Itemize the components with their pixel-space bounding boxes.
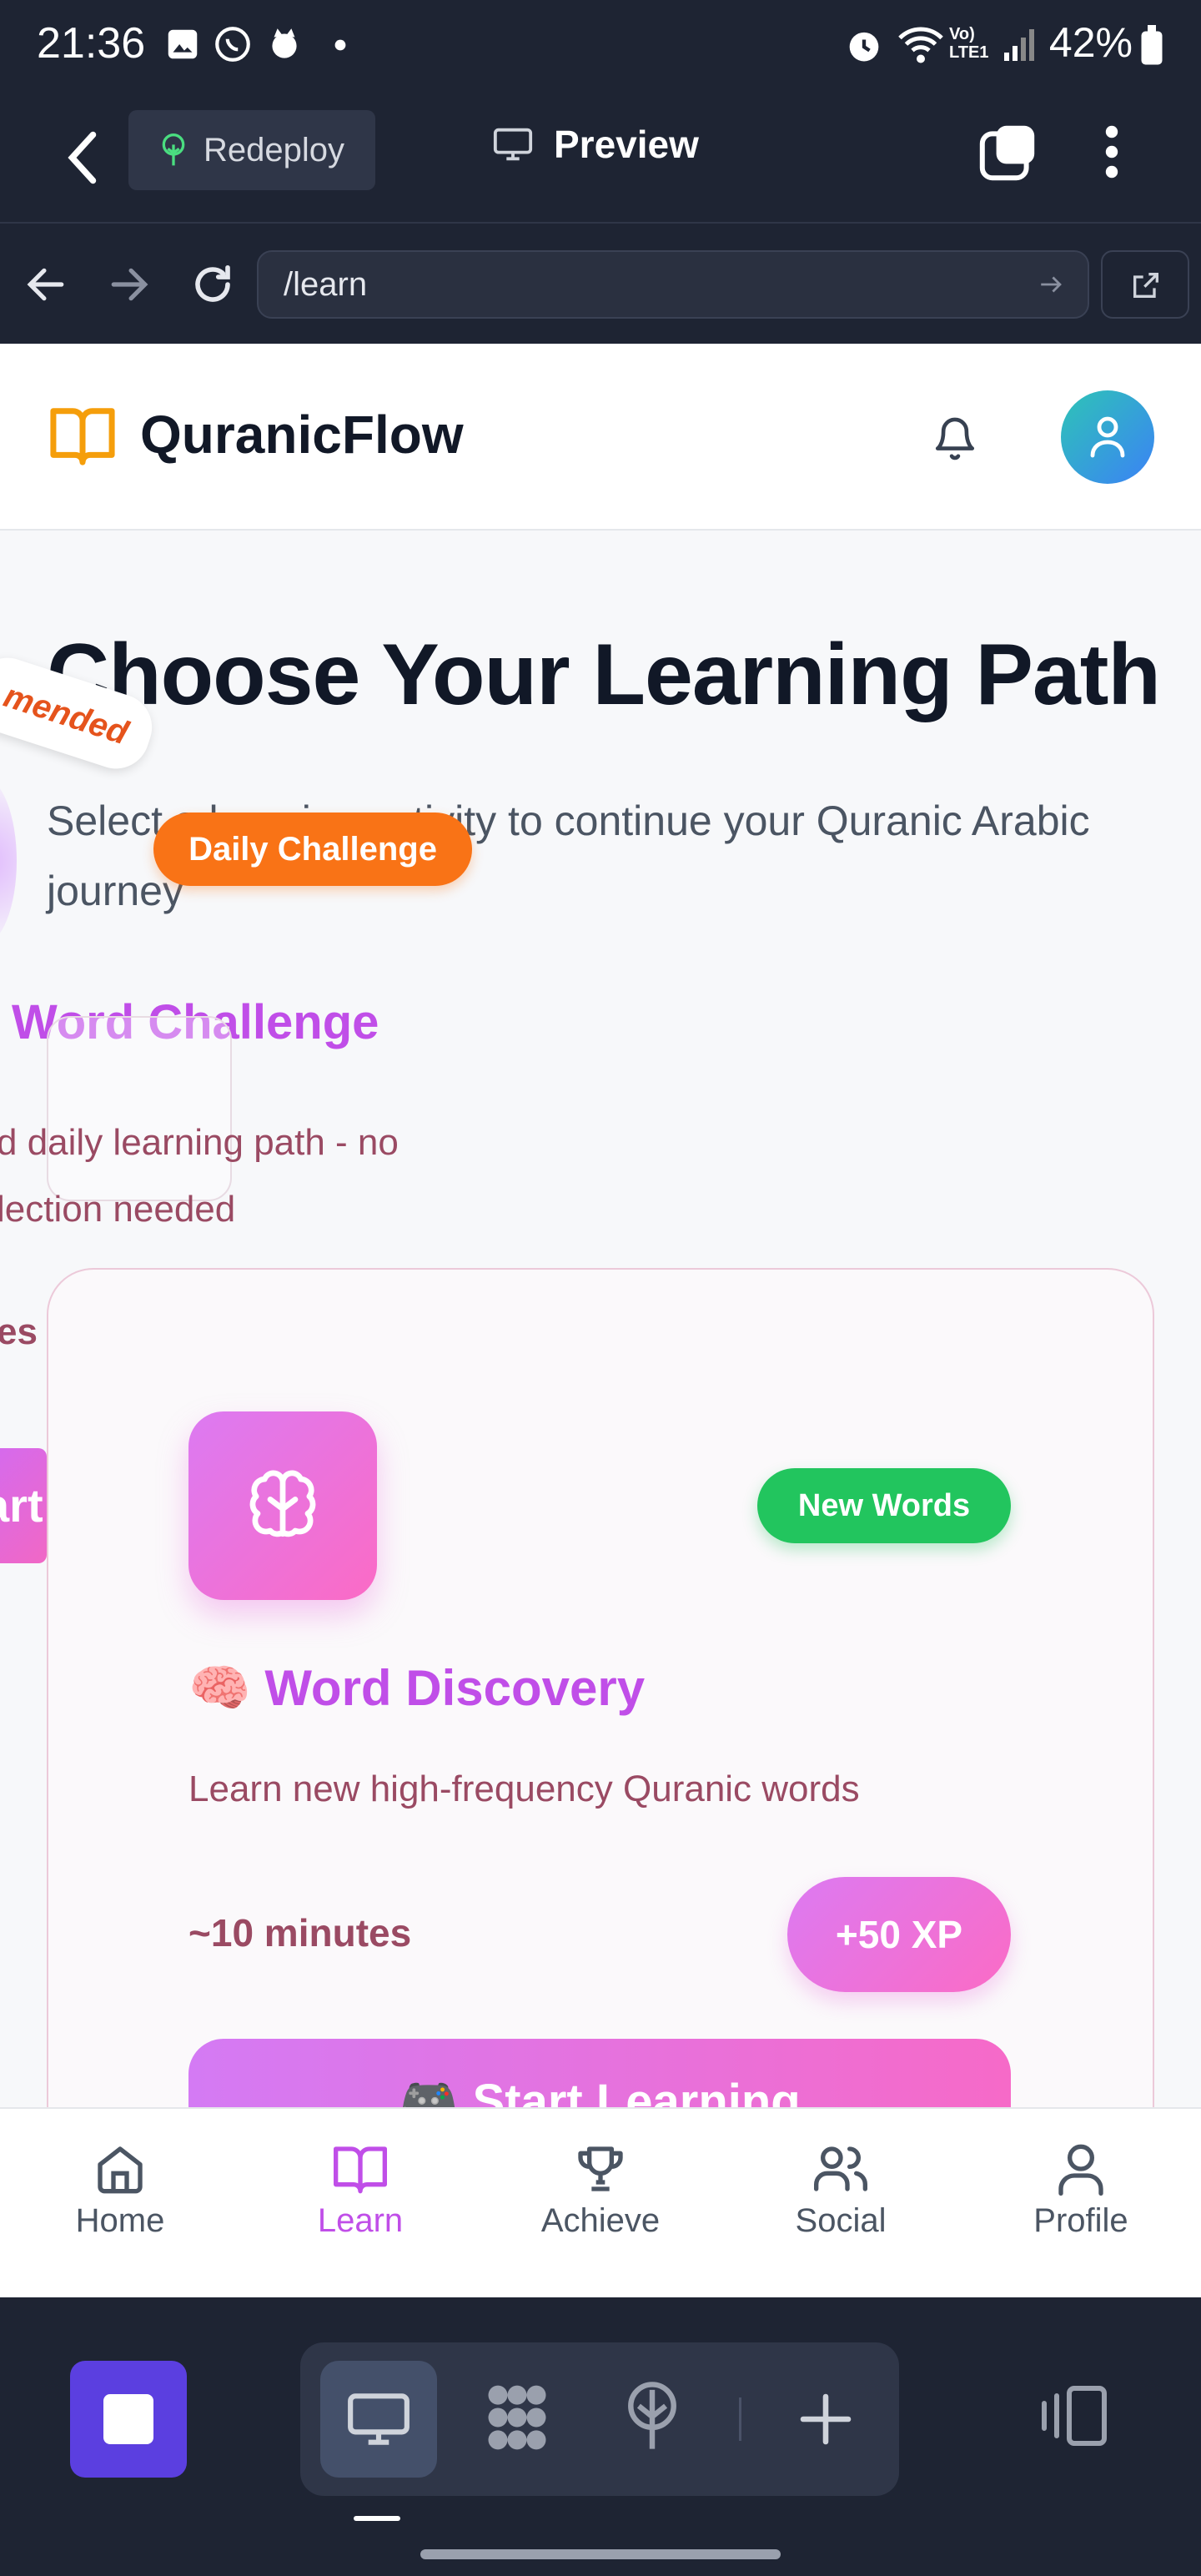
book-logo-icon[interactable] (48, 404, 117, 467)
nav-profile[interactable]: Profile (997, 2142, 1164, 2240)
nav-social-label: Social (795, 2202, 887, 2239)
site-header: QuranicFlow (0, 344, 1201, 531)
grid-dots-icon[interactable] (479, 2379, 555, 2456)
battery-icon (1141, 25, 1163, 65)
more-vertical-icon[interactable] (1099, 122, 1124, 182)
brand-name[interactable]: QuranicFlow (140, 404, 464, 465)
cat-icon (272, 28, 297, 58)
card-glow (0, 777, 17, 944)
card-title: 🧠 Word Discovery (188, 1660, 646, 1716)
url-input[interactable]: /learn (257, 250, 1089, 319)
nav-social[interactable]: Social (757, 2142, 924, 2240)
wifi-icon (898, 27, 943, 63)
trophy-icon (578, 2146, 623, 2191)
tabs-icon[interactable] (977, 122, 1039, 182)
nav-home[interactable]: Home (37, 2142, 204, 2240)
whatsapp-icon (215, 27, 250, 62)
card-duration: ~10 minutes (188, 1911, 412, 1955)
alarm-icon (849, 32, 879, 62)
preview-toolbar: Redeploy Preview (0, 92, 1201, 224)
monitor-icon (493, 128, 533, 161)
prev-card-desc-line2: lection needed (0, 1189, 236, 1230)
prev-card-desc-line1: d daily learning path - no (0, 1122, 399, 1163)
bell-icon[interactable] (931, 414, 979, 464)
xp-badge: +50 XP (787, 1877, 1011, 1992)
back-chevron-icon[interactable] (62, 128, 103, 187)
nav-learn-label: Learn (317, 2202, 404, 2239)
nav-achieve[interactable]: Achieve (517, 2142, 684, 2240)
stop-button[interactable] (70, 2361, 187, 2478)
plus-icon[interactable] (796, 2389, 856, 2449)
prev-card-start-button[interactable]: art (0, 1448, 47, 1563)
brain-icon (249, 1470, 316, 1537)
divider (739, 2397, 741, 2441)
reload-icon[interactable] (190, 262, 235, 307)
desktop-view-button[interactable] (320, 2361, 437, 2478)
daily-challenge-badge: Daily Challenge (153, 813, 472, 886)
device-toolbar (0, 2297, 1201, 2576)
redeploy-button[interactable]: Redeploy (128, 110, 375, 190)
nav-home-label: Home (75, 2202, 165, 2239)
go-arrow-icon[interactable] (1038, 272, 1066, 297)
nav-forward-icon[interactable] (108, 265, 150, 304)
external-link-icon (1133, 273, 1158, 298)
open-external-button[interactable] (1101, 250, 1189, 319)
card-description: Learn new high-frequency Quranic words (188, 1768, 860, 1809)
book-icon (333, 2146, 387, 2194)
deploy-tree-icon[interactable] (622, 2379, 682, 2454)
url-text: /learn (284, 265, 368, 303)
nav-back-icon[interactable] (25, 265, 67, 304)
status-bar: 21:36 Vo) LTE1 42% (0, 0, 1201, 92)
prev-card-duration: es (0, 1311, 38, 1352)
nav-learn[interactable]: Learn (277, 2142, 444, 2240)
preview-tab[interactable]: Preview (492, 122, 699, 167)
volte-icon: Vo) LTE1 (949, 25, 989, 62)
battery-percent: 42% (1048, 19, 1133, 66)
tree-icon (162, 133, 185, 166)
gallery-icon (168, 29, 198, 59)
bottom-nav: Home Learn Achieve Social Profile (0, 2107, 1201, 2297)
redeploy-label: Redeploy (204, 131, 345, 169)
user-avatar-icon (1090, 416, 1125, 458)
new-words-badge: New Words (757, 1468, 1011, 1543)
dot-icon (334, 39, 346, 51)
address-bar: /learn (0, 225, 1201, 344)
device-frame-icon[interactable] (1034, 2382, 1109, 2449)
nav-achieve-label: Achieve (540, 2202, 661, 2239)
signal-icon (1004, 29, 1034, 61)
prev-card-description: d daily learning path - no lection neede… (0, 1109, 399, 1243)
home-icon (98, 2146, 143, 2194)
monitor-icon (348, 2393, 410, 2445)
status-time: 21:36 (37, 19, 146, 68)
nav-profile-label: Profile (1033, 2202, 1128, 2239)
stop-icon (103, 2394, 153, 2444)
preview-label: Preview (554, 123, 699, 166)
users-icon (814, 2146, 868, 2191)
gesture-home-bar[interactable] (420, 2549, 781, 2559)
active-indicator (354, 2516, 400, 2521)
page-title: Choose Your Learning Path (47, 626, 1161, 723)
webpage: QuranicFlow Choose Your Learning Path Se… (0, 344, 1201, 2297)
view-switcher (300, 2342, 899, 2496)
avatar[interactable] (1061, 390, 1154, 484)
user-icon (1058, 2144, 1103, 2196)
brain-icon-tile (188, 1411, 377, 1600)
